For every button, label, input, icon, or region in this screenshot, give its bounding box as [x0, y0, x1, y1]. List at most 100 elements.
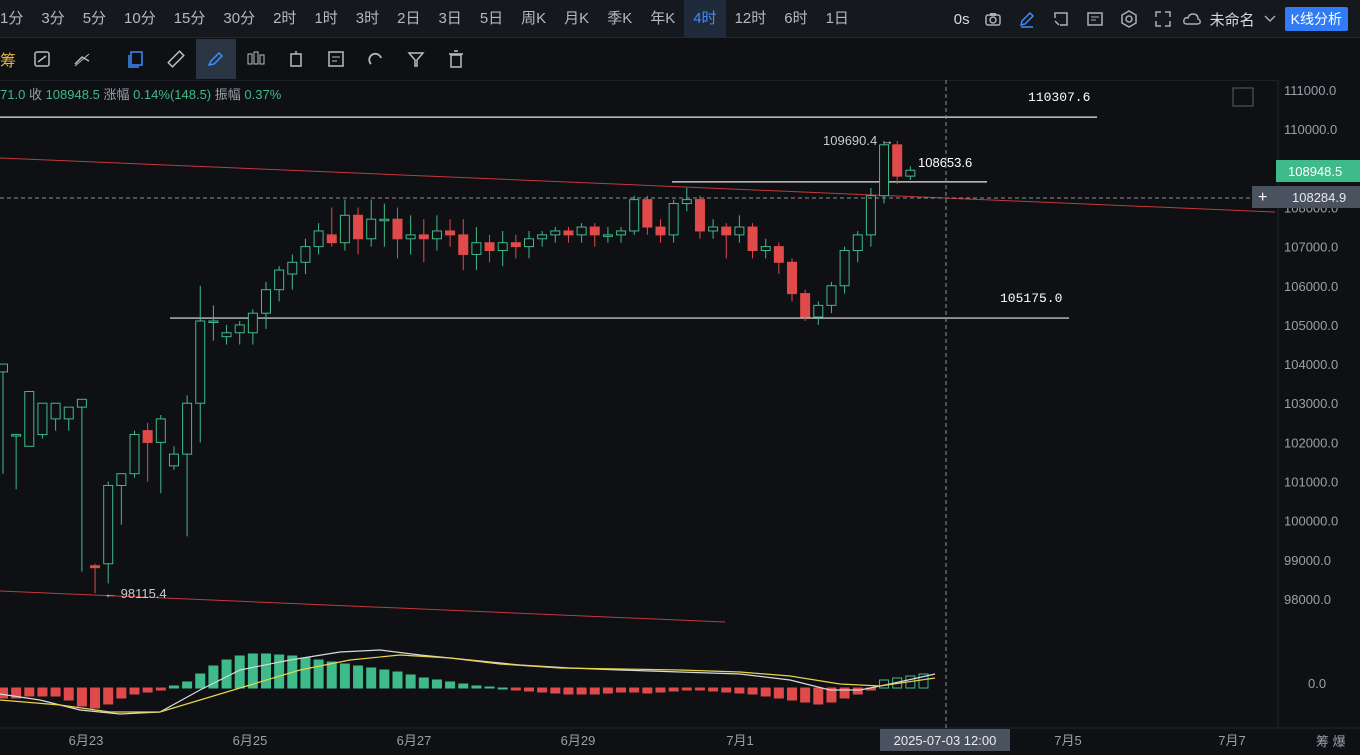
y-tick-label: 111000.0	[1284, 83, 1336, 98]
y-tick-label: 104000.0	[1284, 357, 1338, 372]
timeframe-17[interactable]: 12时	[726, 0, 776, 38]
timeframe-12[interactable]: 周K	[512, 0, 555, 38]
layout-name[interactable]: 未命名	[1204, 9, 1261, 30]
timeframe-11[interactable]: 5日	[471, 0, 512, 38]
trash-icon[interactable]	[436, 39, 476, 79]
copy-icon[interactable]	[116, 39, 156, 79]
change-value: 0.14%(148.5)	[133, 87, 212, 102]
candle-down	[773, 246, 784, 263]
candle-down	[142, 430, 153, 443]
chip-label[interactable]: 筹	[0, 47, 22, 71]
candle-up	[537, 234, 548, 240]
macd-bar-up	[497, 687, 508, 690]
candle-down	[445, 230, 456, 236]
filter-icon[interactable]	[396, 39, 436, 79]
candle-up	[852, 234, 863, 252]
timeframe-4[interactable]: 15分	[165, 0, 215, 38]
chart-expand-icon	[1232, 87, 1254, 107]
timeframe-6[interactable]: 2时	[264, 0, 305, 38]
alert-icon[interactable]	[276, 39, 316, 79]
candle-down	[589, 226, 600, 236]
y-tick-label: 99000.0	[1284, 553, 1331, 568]
candle-down	[642, 199, 653, 228]
trend-line-icon[interactable]	[62, 39, 102, 79]
note-icon[interactable]	[316, 39, 356, 79]
timeframe-5[interactable]: 30分	[214, 0, 264, 38]
macd-bar-down	[129, 687, 140, 695]
candle-up	[708, 226, 719, 232]
x-tick-label: 7月7	[1218, 733, 1245, 748]
macd-bar-up	[300, 657, 311, 689]
candle-down	[326, 234, 337, 244]
timeframe-2[interactable]: 5分	[74, 0, 115, 38]
macd-bar-up	[418, 677, 429, 689]
timeframe-18[interactable]: 6时	[775, 0, 816, 38]
crosshair-date-label: 2025-07-03 12:00	[894, 733, 997, 748]
timeframe-16[interactable]: 4时	[684, 0, 726, 38]
brush-icon[interactable]	[196, 39, 236, 79]
candle-up	[300, 246, 311, 263]
price-chart[interactable]: 98000.0 99000.0 100000.0 101000.0 102000.0 10…	[0, 80, 1360, 755]
macd-bar-up	[379, 669, 390, 689]
candle-up	[247, 312, 258, 334]
timeframe-9[interactable]: 2日	[388, 0, 429, 38]
chevron-down-icon[interactable]	[1261, 0, 1279, 38]
macd-bar-down	[813, 687, 824, 705]
timeframe-15[interactable]: 年K	[641, 0, 684, 38]
macd-bar-down	[708, 687, 719, 692]
close-label: 收	[28, 87, 42, 102]
candle-up	[11, 434, 22, 437]
ruler-icon[interactable]	[156, 39, 196, 79]
candle-up	[103, 484, 114, 565]
candle-up	[50, 402, 61, 420]
candle-up	[116, 473, 127, 486]
open-tail: 71.0	[0, 87, 26, 102]
x-tick-label: 6月23	[69, 733, 104, 748]
expand-icon[interactable]	[1146, 0, 1180, 38]
macd-bar-up	[392, 671, 403, 689]
macd-bar-down	[103, 687, 114, 705]
macd-bar-down	[0, 687, 8, 699]
kline-analysis-button[interactable]: K线分析	[1284, 7, 1348, 31]
macd-bar-down	[510, 687, 521, 691]
time-axis	[0, 728, 1278, 755]
candle-up	[129, 434, 140, 475]
candle-down	[694, 199, 705, 232]
fullscreen-chart-icon[interactable]	[1044, 0, 1078, 38]
timeframe-19[interactable]: 1日	[817, 0, 858, 38]
timeframe-0[interactable]: 1分	[0, 0, 32, 38]
candle-down	[353, 214, 364, 240]
ohlc-info-line: 71.0 收 108948.5 涨幅 0.14%(148.5) 振幅 0.37%	[0, 84, 281, 103]
candle-up	[379, 218, 390, 222]
candle-up	[287, 261, 298, 275]
timeframe-8[interactable]: 3时	[347, 0, 388, 38]
macd-bar-up	[366, 667, 377, 689]
y-tick-label: 98000.0	[1284, 592, 1331, 607]
candle-up	[905, 169, 916, 177]
candle-up	[155, 418, 166, 443]
timeframe-1[interactable]: 3分	[32, 0, 73, 38]
macd-bar-down	[24, 687, 35, 697]
macd-bar-up	[221, 659, 232, 689]
timeframe-10[interactable]: 3日	[429, 0, 470, 38]
settings-gear-icon[interactable]	[1112, 0, 1146, 38]
camera-icon[interactable]	[976, 0, 1010, 38]
timeframe-7[interactable]: 1时	[305, 0, 346, 38]
candle-down	[721, 226, 732, 236]
timeframe-13[interactable]: 月K	[555, 0, 598, 38]
macd-bar-down	[668, 687, 679, 692]
macd-bar-down	[681, 687, 692, 691]
sync-icon[interactable]	[22, 39, 62, 79]
indicator-template-icon[interactable]	[1078, 0, 1112, 38]
magnet-icon[interactable]	[356, 39, 396, 79]
last-price-label: 108948.5	[1288, 164, 1342, 179]
draw-pen-icon[interactable]	[1010, 0, 1044, 38]
low-annotation: ← 98115.4	[104, 586, 167, 601]
timeframe-3[interactable]: 10分	[115, 0, 165, 38]
timeframe-14[interactable]: 季K	[598, 0, 641, 38]
x-tick-label: 6月29	[561, 733, 596, 748]
candle-up	[274, 269, 285, 291]
candle-type-icon[interactable]	[236, 39, 276, 79]
hline-label: 105175.0	[1000, 291, 1062, 306]
macd-bar-down	[773, 687, 784, 699]
